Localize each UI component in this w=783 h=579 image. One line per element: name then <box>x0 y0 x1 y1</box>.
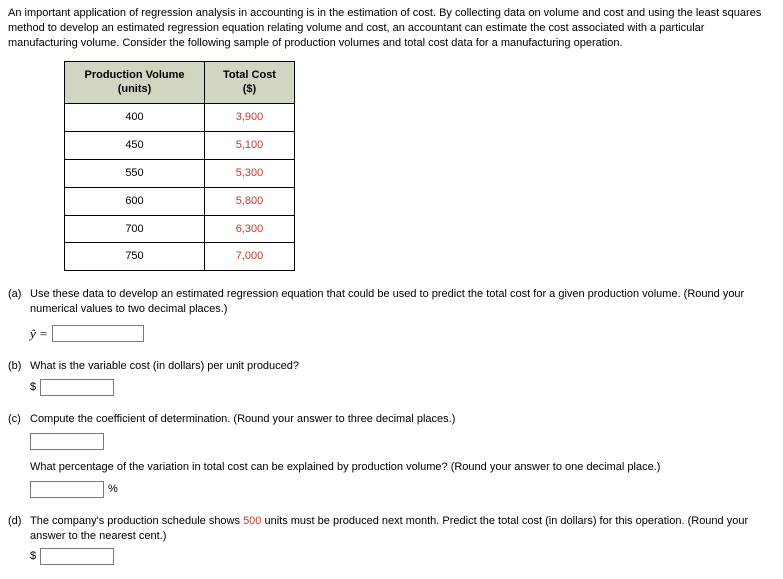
part-c: (c) Compute the coefficient of determina… <box>8 412 775 498</box>
dollar-prefix: $ <box>30 380 36 395</box>
col-header-cost: Total Cost ($) <box>205 61 295 104</box>
part-c-text1: Compute the coefficient of determination… <box>30 412 775 427</box>
cell-cost: 3,900 <box>205 104 295 132</box>
part-a-text: Use these data to develop an estimated r… <box>30 287 775 317</box>
part-c-label: (c) <box>8 412 21 427</box>
cell-cost: 5,800 <box>205 187 295 215</box>
table-row: 600 5,800 <box>65 187 295 215</box>
answer-input-b[interactable] <box>40 379 114 396</box>
cell-cost: 7,000 <box>205 243 295 271</box>
table-row: 700 6,300 <box>65 215 295 243</box>
answer-input-a[interactable] <box>52 325 144 342</box>
cell-vol: 600 <box>65 187 205 215</box>
cell-cost: 6,300 <box>205 215 295 243</box>
table-row: 450 5,100 <box>65 132 295 160</box>
part-d: (d) The company's production schedule sh… <box>8 514 775 565</box>
header-vol-line2: (units) <box>75 82 194 97</box>
table-row: 550 5,300 <box>65 159 295 187</box>
table-row: 750 7,000 <box>65 243 295 271</box>
part-b-label: (b) <box>8 359 21 374</box>
cell-cost: 5,300 <box>205 159 295 187</box>
answer-input-d[interactable] <box>40 548 114 565</box>
yhat-symbol: ŷ = <box>30 325 48 343</box>
part-a-label: (a) <box>8 287 21 302</box>
header-cost-line1: Total Cost <box>223 69 276 81</box>
part-b-text: What is the variable cost (in dollars) p… <box>30 359 775 374</box>
data-table: Production Volume (units) Total Cost ($)… <box>64 61 295 272</box>
dollar-prefix-d: $ <box>30 549 36 564</box>
table-row: 400 3,900 <box>65 104 295 132</box>
part-a: (a) Use these data to develop an estimat… <box>8 287 775 342</box>
header-cost-line2: ($) <box>215 82 284 97</box>
cell-vol: 550 <box>65 159 205 187</box>
cell-vol: 700 <box>65 215 205 243</box>
part-d-label: (d) <box>8 514 21 529</box>
header-vol-line1: Production Volume <box>84 69 184 81</box>
answer-input-c2[interactable] <box>30 481 104 498</box>
part-c-text2: What percentage of the variation in tota… <box>30 460 775 475</box>
cell-vol: 750 <box>65 243 205 271</box>
cell-cost: 5,100 <box>205 132 295 160</box>
part-b: (b) What is the variable cost (in dollar… <box>8 359 775 397</box>
part-d-highlight: 500 <box>243 515 261 527</box>
intro-text: An important application of regression a… <box>8 6 775 51</box>
part-d-text: The company's production schedule shows … <box>30 515 748 542</box>
part-d-text-pre: The company's production schedule shows <box>30 515 243 527</box>
percent-suffix: % <box>108 482 118 497</box>
cell-vol: 400 <box>65 104 205 132</box>
cell-vol: 450 <box>65 132 205 160</box>
col-header-volume: Production Volume (units) <box>65 61 205 104</box>
answer-input-c1[interactable] <box>30 433 104 450</box>
